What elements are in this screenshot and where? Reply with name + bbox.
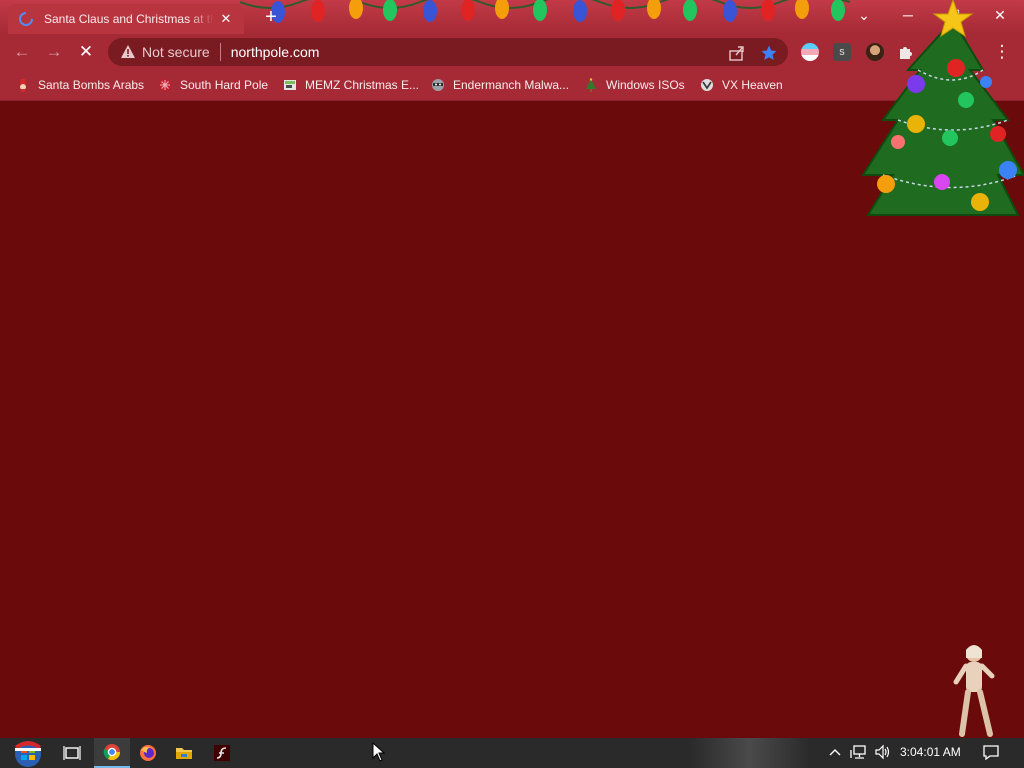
url-text[interactable]: northpole.com	[231, 44, 320, 60]
mouse-cursor-icon	[372, 742, 386, 762]
flash-player-icon	[214, 745, 230, 761]
omnibox-divider	[219, 43, 221, 61]
christmas-lights-decoration	[240, 0, 850, 23]
bookmark-label: Endermanch Malwa...	[453, 78, 570, 92]
taskbar-firefox[interactable]	[130, 738, 166, 768]
windows-taskbar: 3:04:01 AM	[0, 738, 1024, 768]
taskbar-chrome[interactable]	[94, 738, 130, 768]
start-button[interactable]	[8, 738, 48, 768]
tab-close-icon[interactable]: ✕	[218, 11, 234, 27]
network-icon	[850, 745, 866, 759]
action-center-button[interactable]	[982, 744, 1000, 762]
bookmark-item[interactable]: VX Heaven	[700, 76, 783, 94]
tab-title: Santa Claus and Christmas at the North P…	[44, 12, 214, 26]
bookmark-item[interactable]: Santa Bombs Arabs	[16, 76, 144, 94]
task-view-button[interactable]	[54, 738, 90, 768]
vx-icon	[701, 79, 713, 91]
taskbar-file-explorer[interactable]	[166, 738, 202, 768]
dancer-figure-decoration	[953, 645, 995, 737]
tree-icon	[586, 78, 596, 92]
taskbar-clock[interactable]: 3:04:01 AM	[900, 745, 961, 759]
active-tab[interactable]: Santa Claus and Christmas at the North P…	[8, 4, 244, 34]
firefox-icon	[140, 745, 156, 761]
notification-icon	[983, 745, 999, 761]
bookmark-label: South Hard Pole	[180, 78, 269, 92]
folder-icon	[176, 748, 192, 759]
loading-spinner-icon	[19, 12, 33, 26]
taskbar-flash[interactable]	[204, 738, 240, 768]
show-hidden-icons-button[interactable]	[826, 744, 844, 762]
chrome-icon	[103, 744, 121, 761]
stop-loading-button[interactable]: ✕	[76, 42, 96, 62]
bookmark-item[interactable]: Endermanch Malwa...	[431, 76, 569, 94]
start-orb-icon	[15, 741, 41, 767]
share-icon[interactable]	[728, 44, 746, 62]
bookmark-label: Santa Bombs Arabs	[38, 78, 145, 92]
chevron-up-icon	[829, 749, 841, 756]
speaker-icon	[875, 744, 890, 760]
memz-icon	[284, 80, 296, 90]
christmas-tree-decoration	[861, 0, 1024, 216]
bookmark-label: MEMZ Christmas E...	[305, 78, 420, 92]
volume-button[interactable]	[874, 744, 892, 762]
new-tab-button[interactable]: +	[262, 7, 280, 27]
network-status-button[interactable]	[850, 744, 868, 762]
forward-button[interactable]: →	[44, 42, 64, 62]
warning-icon	[121, 45, 135, 58]
raccoon-icon	[432, 79, 444, 91]
back-button[interactable]: ←	[12, 42, 32, 62]
taskbar-highlight	[690, 738, 810, 768]
extension-flag-icon[interactable]	[801, 43, 819, 61]
bookmark-item[interactable]: MEMZ Christmas E...	[283, 76, 419, 94]
bookmark-item[interactable]: South Hard Pole	[158, 76, 268, 94]
bookmark-star-icon[interactable]	[760, 44, 778, 62]
snowflake-icon	[159, 79, 171, 91]
bookmark-label: Windows ISOs	[606, 78, 685, 92]
bookmark-item[interactable]: Windows ISOs	[584, 76, 685, 94]
task-view-icon	[63, 746, 81, 760]
extension-s-icon[interactable]: s	[833, 43, 851, 61]
security-indicator[interactable]: Not secure	[142, 44, 210, 60]
santa-icon	[20, 79, 26, 92]
bookmark-label: VX Heaven	[722, 78, 783, 92]
address-bar[interactable]: Not secure northpole.com	[108, 38, 788, 66]
